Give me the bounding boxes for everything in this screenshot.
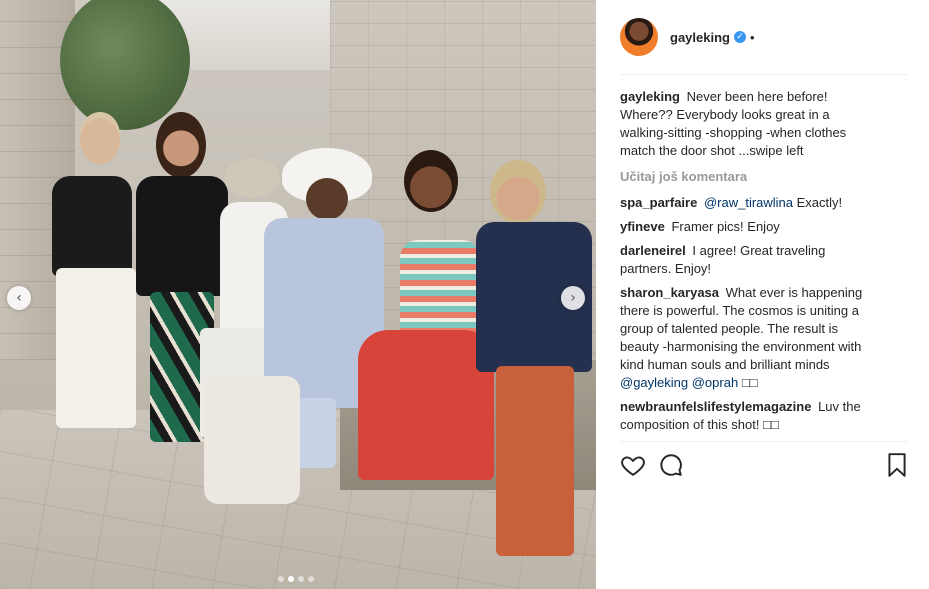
list-item: yfineve Framer pics! Enjoy xyxy=(620,218,880,236)
comment-username[interactable]: spa_parfaire xyxy=(620,195,697,210)
caption: gayleking Never been here before! Where?… xyxy=(620,88,880,160)
comment-username[interactable]: yfineve xyxy=(620,219,665,234)
carousel-dot-active xyxy=(288,576,294,582)
post-actions xyxy=(620,452,912,478)
mention-link[interactable]: @gayleking @oprah xyxy=(620,375,738,390)
username-link[interactable]: gayleking xyxy=(670,30,730,45)
carousel-dot xyxy=(278,576,284,582)
comment-text: Framer pics! Enjoy xyxy=(671,219,780,234)
post-header: gayleking ✓ • xyxy=(620,17,755,57)
bookmark-icon[interactable] xyxy=(884,452,910,478)
chevron-right-icon: › xyxy=(570,290,576,306)
comments-list: gayleking Never been here before! Where?… xyxy=(620,88,880,440)
emoji-text: □□ xyxy=(741,375,758,390)
carousel-prev-button[interactable]: ‹ xyxy=(7,286,31,310)
separator-dot: • xyxy=(749,29,755,45)
carousel-dot xyxy=(308,576,314,582)
chevron-left-icon: ‹ xyxy=(16,290,22,306)
caption-username[interactable]: gayleking xyxy=(620,89,680,104)
list-item: darleneirel I agree! Great traveling par… xyxy=(620,242,880,278)
comment-username[interactable]: darleneirel xyxy=(620,243,686,258)
tree-foliage xyxy=(60,0,190,130)
carousel-next-button[interactable]: › xyxy=(561,286,585,310)
actions-divider xyxy=(620,441,908,442)
person-6 xyxy=(476,160,594,580)
header-divider xyxy=(620,74,908,75)
carousel-dot xyxy=(298,576,304,582)
verified-badge-icon: ✓ xyxy=(733,31,746,43)
comment-bubble-icon[interactable] xyxy=(658,452,684,478)
list-item: newbraunfelslifestylemagazine Luv the co… xyxy=(620,398,880,434)
comment-username[interactable]: sharon_karyasa xyxy=(620,285,719,300)
list-item: sharon_karyasa What ever is happening th… xyxy=(620,284,880,392)
comment-username[interactable]: newbraunfelslifestylemagazine xyxy=(620,399,811,414)
mention-link[interactable]: @raw_tirawlina xyxy=(704,195,793,210)
carousel-indicator xyxy=(278,576,314,582)
emoji-text: □□ xyxy=(763,417,779,432)
load-more-comments-button[interactable]: Učitaj još komentara xyxy=(620,168,880,186)
comment-text: Exactly! xyxy=(796,195,843,210)
list-item: spa_parfaire @raw_tirawlina Exactly! xyxy=(620,194,880,212)
post-photo[interactable]: ‹ › xyxy=(0,0,596,589)
heart-icon[interactable] xyxy=(620,452,646,478)
avatar[interactable] xyxy=(620,18,658,56)
post-sidebar: gayleking ✓ • gayleking Never been here … xyxy=(596,0,929,589)
